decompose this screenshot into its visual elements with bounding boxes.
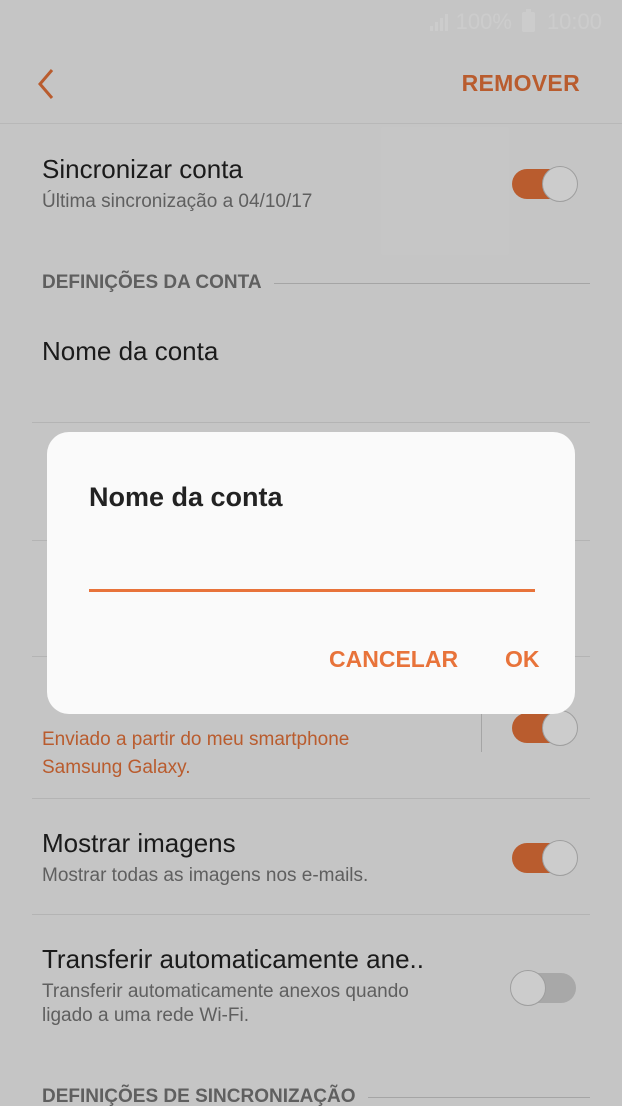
account-name-input[interactable] <box>89 552 535 592</box>
ok-button[interactable]: OK <box>505 646 540 673</box>
cancel-button[interactable]: CANCELAR <box>329 646 458 673</box>
dialog-title: Nome da conta <box>89 482 283 512</box>
account-name-dialog: Nome da conta CANCELAR OK <box>47 432 575 714</box>
